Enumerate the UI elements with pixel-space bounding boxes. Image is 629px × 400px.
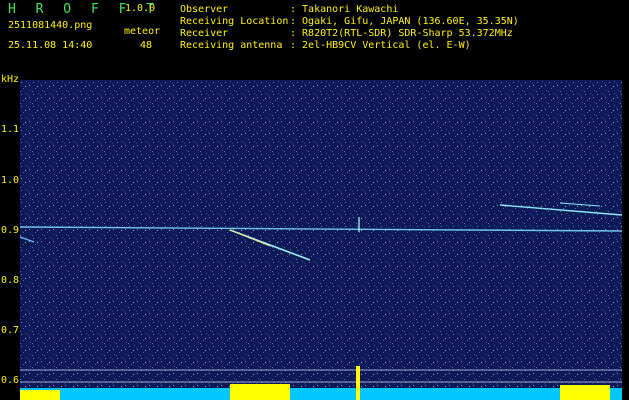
noise-background [20, 80, 622, 400]
header-panel: H R O F F T 1.0.0 2511081440.png meteor … [0, 0, 629, 72]
y-tick-label: 1.0 [1, 175, 20, 186]
y-tick-label: 0.9 [1, 225, 20, 236]
app-version: 1.0.0 [125, 3, 156, 14]
spectrum-peak [560, 385, 610, 400]
location-value: : Ogaki, Gifu, JAPAN (136.60E, 35.35N) [290, 16, 519, 27]
observer-label: Observer [180, 4, 229, 15]
right-margin [622, 80, 629, 400]
spectrogram-plot [20, 80, 622, 400]
meteor-label: meteor [124, 26, 161, 37]
y-tick-label: 0.6 [1, 375, 20, 386]
receiver-value: : R820T2(RTL-SDR) SDR-Sharp 53.372MHz [290, 28, 513, 39]
spectrum-peak [230, 384, 290, 400]
y-tick-label: 1.1 [1, 124, 20, 135]
antenna-value: : 2el-HB9CV Vertical (el. E-W) [290, 40, 471, 51]
spectrum-peak [356, 366, 360, 400]
location-label: Receiving Location [180, 16, 289, 27]
y-tick-label: 0.8 [1, 275, 20, 286]
spectrum-strip [20, 388, 622, 400]
spectrogram-canvas [20, 80, 622, 400]
y-tick-label: 0.7 [1, 325, 20, 336]
spectrum-peak [20, 390, 60, 400]
meteor-count: 48 [140, 40, 153, 51]
timestamp: 25.11.08 14:40 [8, 40, 93, 51]
receiver-label: Receiver [180, 28, 229, 39]
image-filename: 2511081440.png [8, 20, 93, 31]
antenna-label: Receiving antenna [180, 40, 283, 51]
observer-value: : Takanori Kawachi [290, 4, 399, 15]
